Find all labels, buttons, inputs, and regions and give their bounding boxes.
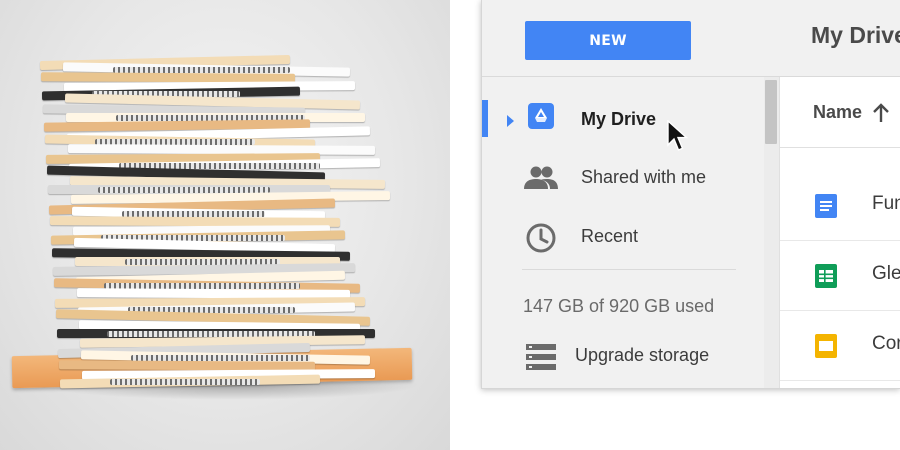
docs-icon [815, 194, 837, 218]
drive-icon [528, 103, 554, 129]
column-header-label: Name [813, 102, 863, 122]
storage-usage: 147 GB of 920 GB used [523, 296, 715, 316]
people-icon [524, 166, 558, 189]
sidebar-item-label: Shared with me [581, 167, 707, 187]
file-row[interactable]: Cor [780, 311, 900, 381]
clock-icon [526, 223, 556, 253]
sidebar: My Drive Shared with me Recent 147 GB of… [482, 77, 779, 388]
file-name: Gle [872, 263, 900, 284]
file-row[interactable]: Gle [780, 241, 900, 311]
sidebar-item-my-drive[interactable]: My Drive [482, 77, 764, 137]
storage-icon [526, 344, 556, 370]
name-column-header[interactable]: Name [780, 77, 900, 148]
file-list: Name Fun Gle [779, 77, 900, 388]
file-row[interactable]: Fun [780, 171, 900, 241]
active-indicator [482, 100, 488, 137]
drive-window: NEW My Drive My Drive Shared with me Rec… [481, 0, 900, 389]
sidebar-item-recent[interactable]: Recent [482, 208, 764, 266]
sidebar-item-shared-with-me[interactable]: Shared with me [482, 149, 764, 207]
sidebar-item-label: Recent [581, 226, 639, 246]
mouse-cursor-icon [667, 120, 689, 151]
file-name: Cor [872, 333, 900, 354]
top-bar: NEW My Drive [482, 0, 900, 77]
paper-stack-photo [0, 0, 450, 450]
arrow-up-icon[interactable] [872, 103, 890, 123]
sidebar-divider [522, 269, 736, 270]
new-button[interactable]: NEW [525, 21, 691, 60]
slides-icon [815, 334, 837, 358]
file-name: Fun [872, 193, 900, 214]
scrollbar-thumb[interactable] [765, 80, 777, 144]
sidebar-item-label: My Drive [581, 109, 657, 129]
sheets-icon [815, 264, 837, 288]
upgrade-storage-link[interactable]: Upgrade storage [575, 345, 709, 366]
expand-arrow-icon[interactable] [507, 115, 514, 127]
page-title: My Drive [811, 22, 900, 48]
